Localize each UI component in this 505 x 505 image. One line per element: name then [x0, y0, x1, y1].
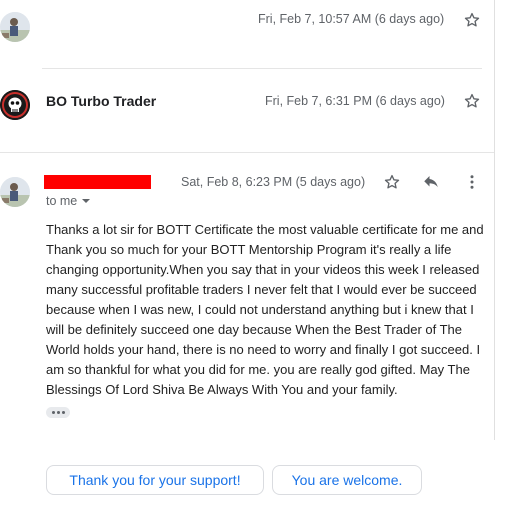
smart-reply-button[interactable]: You are welcome. [272, 465, 422, 495]
redacted-sender-name [44, 175, 151, 189]
thread-right-border [494, 0, 495, 440]
star-icon[interactable] [461, 90, 483, 112]
message-date: Sat, Feb 8, 6:23 PM (5 days ago) [181, 175, 366, 189]
person-avatar-photo-icon [0, 12, 30, 42]
more-vert-icon[interactable] [461, 171, 483, 193]
skull-logo-avatar-icon [0, 90, 30, 120]
chevron-down-icon [82, 199, 91, 203]
ellipsis-icon [51, 411, 65, 414]
reply-icon[interactable] [420, 171, 442, 193]
recipient-label: to me [46, 194, 78, 208]
smart-reply-button[interactable]: Thank you for your support! [46, 465, 264, 495]
sender-avatar [0, 12, 30, 42]
recipient-details-toggle[interactable]: to me [46, 194, 91, 208]
sender-avatar [0, 90, 30, 120]
message-divider [42, 68, 482, 69]
message-date: Fri, Feb 7, 6:31 PM (6 days ago) [265, 94, 445, 108]
star-icon[interactable] [381, 171, 403, 193]
sender-avatar [0, 177, 30, 207]
sender-name: BO Turbo Trader [46, 93, 157, 109]
message-divider [0, 152, 494, 153]
person-avatar-photo-icon [0, 177, 30, 207]
message-date: Fri, Feb 7, 10:57 AM (6 days ago) [258, 12, 445, 26]
show-trimmed-content-button[interactable] [46, 407, 70, 418]
message-body: Thanks a lot sir for BOTT Certificate th… [46, 222, 484, 397]
star-icon[interactable] [461, 9, 483, 31]
